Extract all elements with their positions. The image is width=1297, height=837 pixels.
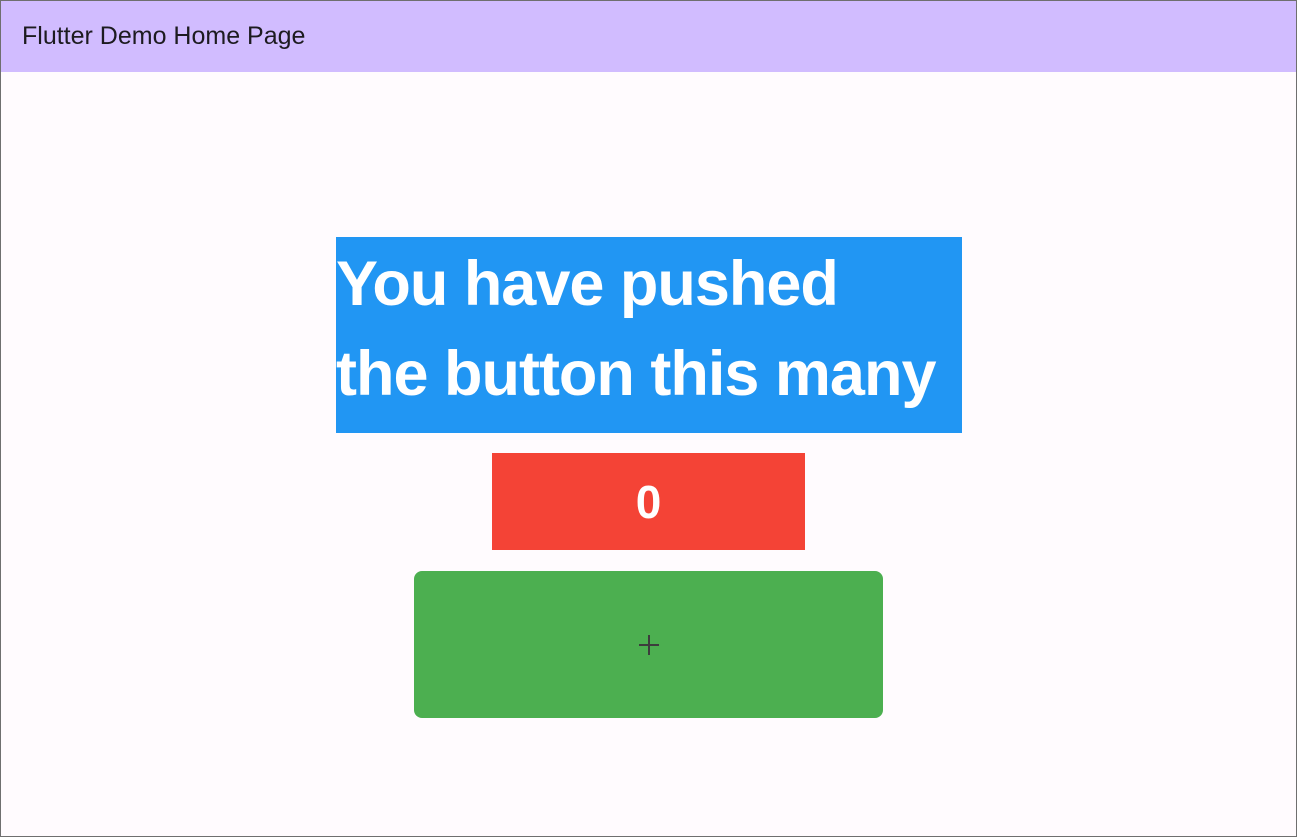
increment-button[interactable] <box>414 571 883 718</box>
app-bar: Flutter Demo Home Page <box>1 1 1296 72</box>
plus-icon <box>638 634 659 655</box>
message-text: You have pushed the button this many <box>336 249 936 409</box>
counter-value: 0 <box>635 475 662 528</box>
message-box: You have pushed the button this many <box>336 237 962 433</box>
counter-box: 0 <box>492 453 805 550</box>
page-title: Flutter Demo Home Page <box>22 22 306 50</box>
app-window: Flutter Demo Home Page You have pushed t… <box>0 0 1297 837</box>
